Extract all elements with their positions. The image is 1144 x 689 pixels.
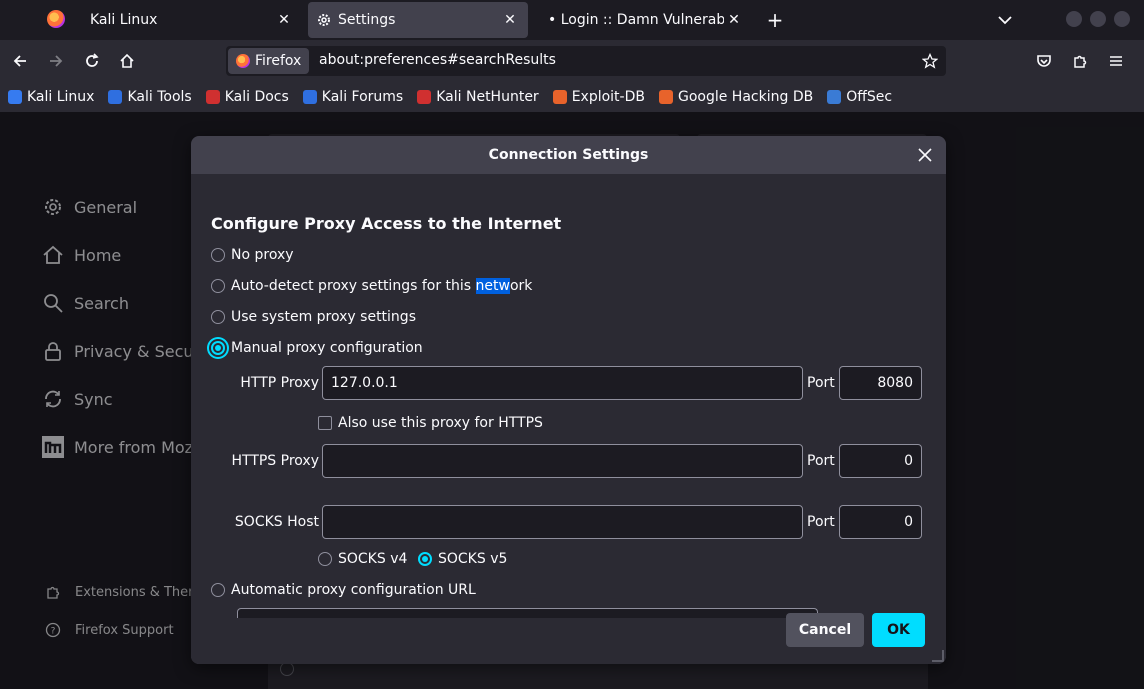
identity-label: Firefox [255, 53, 302, 69]
back-arrow-icon[interactable] [9, 50, 31, 72]
tab-title: Settings [338, 12, 396, 28]
firefox-view-icon[interactable] [47, 10, 65, 28]
radio-button[interactable] [211, 310, 225, 324]
radio-socks-v5[interactable]: SOCKS v5 [418, 551, 507, 567]
tab-bar: Kali Linux ✕ Settings ✕ • Login :: Damn … [0, 0, 1144, 40]
checkbox[interactable] [318, 416, 332, 430]
ghdb-icon [658, 90, 673, 104]
bookmark-exploit-db[interactable]: Exploit-DB [552, 89, 645, 105]
socks-port-label: Port [807, 514, 835, 530]
url-text[interactable]: about:preferences#searchResults [319, 52, 556, 68]
tab-kali-linux[interactable]: Kali Linux ✕ [80, 2, 302, 38]
bookmark-kali-forums[interactable]: Kali Forums [302, 89, 403, 105]
bookmark-offsec[interactable]: OffSec [827, 89, 892, 105]
tab-close-icon[interactable]: ✕ [274, 10, 294, 30]
radio-system-proxy[interactable]: Use system proxy settings [211, 309, 416, 325]
nethunter-icon [417, 90, 432, 104]
gear-icon [316, 12, 332, 28]
http-port-label: Port [807, 375, 835, 391]
menu-hamburger-icon[interactable] [1105, 50, 1127, 72]
reload-icon[interactable] [81, 50, 103, 72]
bookmark-kali-docs[interactable]: Kali Docs [205, 89, 289, 105]
selected-text: netw [475, 278, 510, 294]
radio-button-selected[interactable] [418, 552, 432, 566]
cancel-button[interactable]: Cancel [786, 613, 864, 647]
radio-button[interactable] [211, 279, 225, 293]
close-icon[interactable] [914, 144, 936, 166]
tab-title: Kali Linux [90, 12, 158, 28]
bookmark-kali-nethunter[interactable]: Kali NetHunter [417, 89, 539, 105]
connection-settings-dialog: Connection Settings Configure Proxy Acce… [191, 136, 946, 664]
tab-settings[interactable]: Settings ✕ [308, 2, 528, 38]
tab-close-icon[interactable]: ✕ [500, 10, 520, 30]
also-https-checkbox-row[interactable]: Also use this proxy for HTTPS [318, 415, 543, 431]
tab-login-dvwa[interactable]: • Login :: Damn Vulnerable ✕ [536, 2, 758, 38]
kali-forums-icon [302, 90, 317, 104]
close-window-button[interactable] [1114, 11, 1130, 27]
radio-socks-v4[interactable]: SOCKS v4 [318, 551, 407, 567]
radio-button-selected[interactable] [211, 341, 225, 355]
http-port-input[interactable]: 8080 [839, 366, 922, 400]
new-tab-button[interactable]: + [764, 8, 786, 32]
dialog-body: Configure Proxy Access to the Internet N… [191, 174, 946, 664]
home-icon[interactable] [116, 50, 138, 72]
list-tabs-chevron-icon[interactable] [994, 9, 1016, 31]
url-bar[interactable]: Firefox about:preferences#searchResults [226, 46, 946, 76]
offsec-icon [827, 90, 842, 104]
https-port-input[interactable]: 0 [839, 444, 922, 478]
radio-manual-proxy[interactable]: Manual proxy configuration [211, 340, 423, 356]
proxy-heading: Configure Proxy Access to the Internet [211, 214, 562, 233]
socks-host-input[interactable] [322, 505, 803, 539]
radio-button[interactable] [318, 552, 332, 566]
radio-no-proxy[interactable]: No proxy [211, 247, 294, 263]
https-port-label: Port [807, 453, 835, 469]
bookmark-google-hacking-db[interactable]: Google Hacking DB [658, 89, 813, 105]
forward-arrow-icon[interactable] [45, 50, 67, 72]
dialog-title: Connection Settings [488, 147, 649, 163]
https-proxy-input[interactable] [322, 444, 803, 478]
radio-button[interactable] [211, 583, 225, 597]
https-proxy-label: HTTPS Proxy [231, 453, 319, 469]
radio-auto-detect[interactable]: Auto-detect proxy settings for this netw… [211, 278, 532, 294]
ok-button[interactable]: OK [872, 613, 925, 647]
bookmark-kali-tools[interactable]: Kali Tools [108, 89, 192, 105]
radio-auto-proxy-url[interactable]: Automatic proxy configuration URL [211, 582, 476, 598]
http-proxy-label: HTTP Proxy [240, 375, 319, 391]
extensions-puzzle-icon[interactable] [1069, 50, 1091, 72]
tab-title: • Login :: Damn Vulnerable [548, 12, 724, 28]
bookmark-star-icon[interactable] [920, 51, 940, 71]
minimize-button[interactable] [1066, 11, 1082, 27]
kali-tools-icon [108, 90, 123, 104]
pac-url-input[interactable] [237, 608, 818, 618]
socks-host-label: SOCKS Host [234, 514, 319, 530]
identity-box[interactable]: Firefox [228, 48, 310, 74]
bookmark-kali-linux[interactable]: Kali Linux [8, 89, 94, 105]
auto-detect-label: Auto-detect proxy settings for this netw… [231, 278, 533, 294]
resize-grip-icon[interactable] [932, 650, 944, 662]
http-proxy-input[interactable]: 127.0.0.1 [322, 366, 803, 400]
radio-button[interactable] [211, 248, 225, 262]
pocket-icon[interactable] [1033, 50, 1055, 72]
firefox-icon [236, 54, 250, 68]
kali-dragon-icon [8, 90, 22, 104]
tab-close-icon[interactable]: ✕ [724, 10, 744, 30]
maximize-button[interactable] [1090, 11, 1106, 27]
kali-docs-icon [205, 90, 220, 104]
socks-port-input[interactable]: 0 [839, 505, 922, 539]
exploit-db-icon [552, 90, 567, 104]
bookmarks-toolbar: Kali Linux Kali Tools Kali Docs Kali For… [0, 82, 1144, 112]
